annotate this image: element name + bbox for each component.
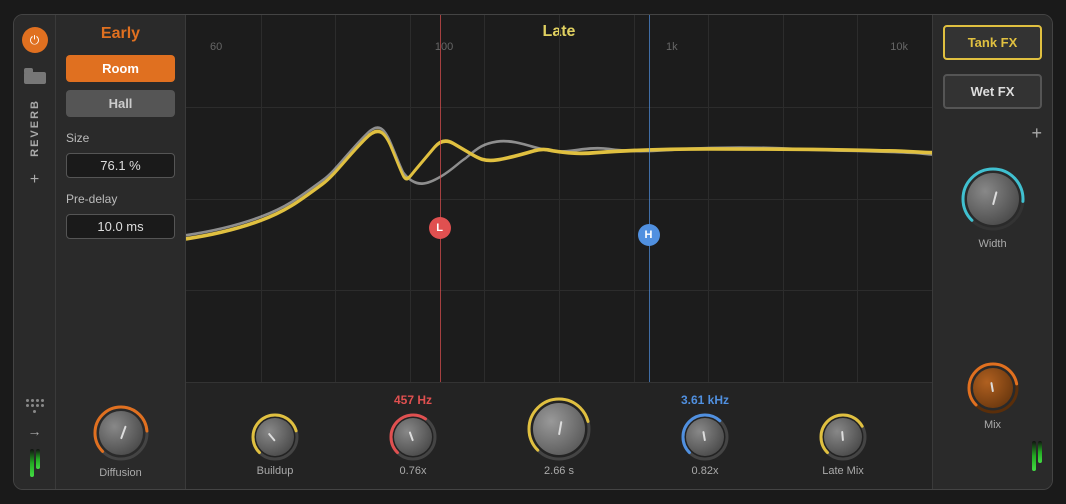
left-sidebar: ⏻ REVERB + → [14,15,56,489]
sidebar-top: ⏻ REVERB + [22,27,48,189]
main-area: Late 60 100 1k 10k [186,15,932,489]
power-button[interactable]: ⏻ [22,27,48,53]
mix-area: Mix [966,361,1020,431]
buildup-label: Buildup [257,465,294,477]
mix-label: Mix [984,419,1001,431]
diffusion-knob[interactable] [91,403,151,463]
size-value[interactable]: 76.1 % [66,153,175,178]
buildup-group: Buildup [249,411,301,477]
late-mix-knob[interactable] [817,411,869,463]
folder-button[interactable] [23,67,47,85]
decay-group: 2.66 s [525,395,593,477]
decay-knob[interactable] [525,395,593,463]
high-filter-handle[interactable]: H [638,224,660,246]
low-eq-group: 457 Hz 0.76x [387,393,439,477]
low-filter-handle[interactable]: L [429,217,451,239]
wet-fx-button[interactable]: Wet FX [943,74,1042,109]
mix-knob[interactable] [966,361,1020,415]
grid-button[interactable] [26,399,44,413]
add-button[interactable]: + [30,171,39,189]
late-mix-group: Late Mix [817,411,869,477]
hall-button[interactable]: Hall [66,90,175,117]
early-title: Early [66,25,175,43]
diffusion-label: Diffusion [99,467,142,479]
low-eq-knob[interactable] [387,411,439,463]
width-label: Width [978,238,1006,250]
low-filter-line [440,15,441,382]
right-plus-button[interactable]: + [1031,123,1042,144]
high-filter-line [649,15,650,382]
width-area: Width [958,164,1028,250]
predelay-label: Pre-delay [66,192,175,206]
reverb-label: REVERB [29,99,41,157]
decay-label: 2.66 s [544,465,574,477]
arrow-button[interactable]: → [28,423,42,439]
buildup-knob[interactable] [249,411,301,463]
predelay-value[interactable]: 10.0 ms [66,214,175,239]
sidebar-bottom: → [26,399,44,477]
input-meter [30,449,40,477]
right-panel: Tank FX Wet FX + Width [932,15,1052,489]
late-mix-label: Late Mix [822,465,864,477]
high-freq-indicator: 3.61 kHz [681,393,729,407]
eq-display: Late 60 100 1k 10k [186,15,932,382]
diffusion-area: Diffusion [66,403,175,479]
high-eq-knob[interactable] [679,411,731,463]
knobs-row: Buildup 457 Hz 0.76x [186,382,932,489]
early-panel: Early Room Hall Size 76.1 % Pre-delay 10… [56,15,186,489]
room-button[interactable]: Room [66,55,175,82]
plugin-container: ⏻ REVERB + → Early Roo [13,14,1053,490]
low-eq-label: 0.76x [400,465,427,477]
low-freq-indicator: 457 Hz [394,393,432,407]
width-knob[interactable] [958,164,1028,234]
high-eq-group: 3.61 kHz 0.82x [679,393,731,477]
output-meter [1032,441,1042,471]
eq-curve-svg [186,15,932,382]
tank-fx-button[interactable]: Tank FX [943,25,1042,60]
size-label: Size [66,131,175,145]
high-eq-label: 0.82x [692,465,719,477]
